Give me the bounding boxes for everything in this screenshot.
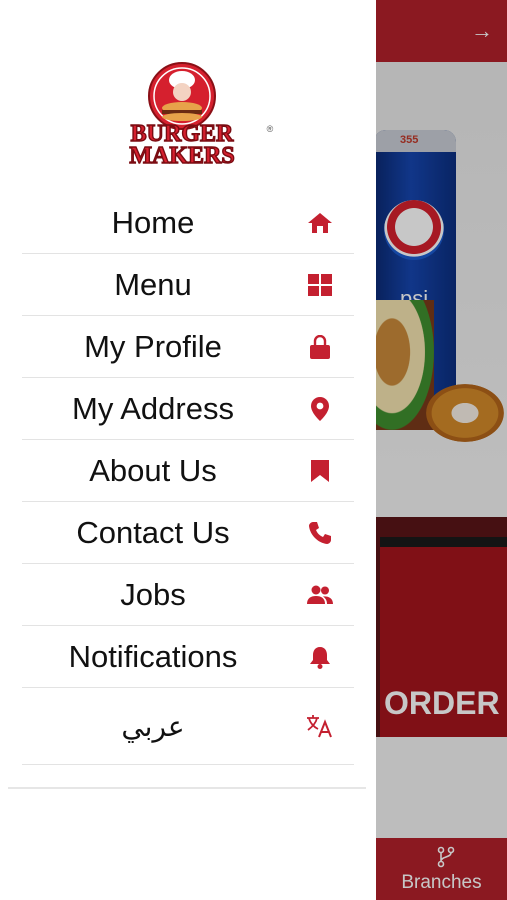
menu-item-menu[interactable]: Menu [22, 254, 354, 316]
logo-text-line2: MAKERS [129, 143, 234, 166]
menu-item-label: Notifications [68, 638, 238, 674]
menu-item-my-address[interactable]: My Address [22, 378, 354, 440]
bookmark-icon [306, 457, 334, 485]
menu-item-notifications[interactable]: Notifications [22, 626, 354, 688]
menu-item-label: About Us [89, 452, 217, 488]
drawer-divider [8, 787, 366, 789]
home-icon [306, 209, 334, 237]
location-pin-icon [306, 395, 334, 423]
menu-item-label: Contact Us [76, 514, 230, 550]
menu-item-label: Home [111, 204, 195, 240]
menu-item-jobs[interactable]: Jobs [22, 564, 354, 626]
phone-icon [306, 519, 334, 547]
menu-item-language[interactable]: عربي [22, 688, 354, 765]
navigation-drawer: BURGER MAKERS ® Home Menu My Profile My … [0, 0, 376, 900]
menu-item-label: عربي [121, 709, 185, 743]
menu-item-label: My Profile [84, 328, 222, 364]
grid-icon [306, 271, 334, 299]
menu-item-about-us[interactable]: About Us [22, 440, 354, 502]
menu-item-label: My Address [72, 390, 234, 426]
registered-mark: ® [267, 124, 274, 134]
menu-item-contact-us[interactable]: Contact Us [22, 502, 354, 564]
menu-item-home[interactable]: Home [22, 192, 354, 254]
menu-item-my-profile[interactable]: My Profile [22, 316, 354, 378]
people-icon [306, 581, 334, 609]
lock-icon [306, 333, 334, 361]
bell-icon [306, 643, 334, 671]
menu-item-label: Menu [114, 266, 192, 302]
translate-icon [306, 712, 334, 740]
burger-makers-logo: BURGER MAKERS ® [129, 62, 274, 166]
drawer-menu: Home Menu My Profile My Address About Us [22, 192, 354, 765]
menu-item-label: Jobs [120, 576, 186, 612]
